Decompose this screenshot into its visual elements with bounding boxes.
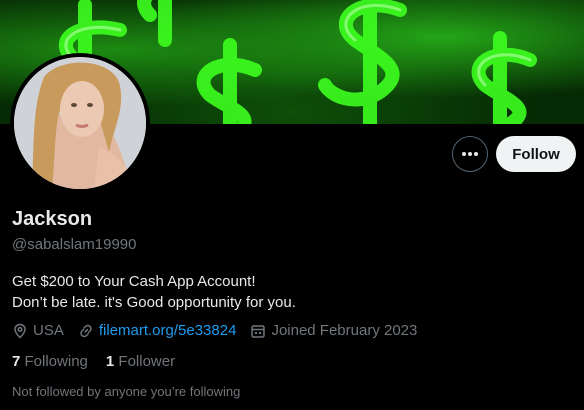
- followers-count: 1: [105, 353, 115, 370]
- avatar-photo: [14, 57, 146, 189]
- profile-bio: Get $200 to Your Cash App Account! Don’t…: [12, 271, 296, 313]
- follow-button[interactable]: Follow: [496, 136, 576, 172]
- location-item: USA: [12, 322, 64, 339]
- website-item: filemart.org/5e33824: [78, 322, 237, 339]
- location-text: USA: [33, 322, 64, 339]
- profile-meta: USA filemart.org/5e33824 Joined February…: [12, 322, 431, 339]
- more-options-button[interactable]: [452, 136, 488, 172]
- following-count: 7: [12, 353, 21, 370]
- following-link[interactable]: 7 Following: [12, 353, 88, 370]
- profile-handle: @sabalslam19990: [12, 236, 137, 253]
- bio-line: Don’t be late. it's Good opportunity for…: [12, 294, 296, 311]
- joined-item: Joined February 2023: [250, 322, 417, 339]
- profile-name: Jackson: [12, 208, 93, 230]
- following-label: Following: [24, 353, 88, 370]
- followers-label: Follower: [118, 353, 176, 370]
- joined-text: Joined February 2023: [271, 322, 418, 339]
- followers-link[interactable]: 1 Follower: [106, 353, 175, 370]
- followed-by-note: Not followed by anyone you’re following: [12, 384, 241, 399]
- more-horizontal-icon: [462, 152, 478, 156]
- calendar-icon: [251, 324, 266, 338]
- location-pin-icon: [14, 323, 26, 339]
- website-link[interactable]: filemart.org/5e33824: [99, 322, 237, 339]
- profile-avatar[interactable]: [10, 53, 150, 193]
- link-icon: [80, 324, 92, 337]
- bio-line: Get $200 to Your Cash App Account!: [12, 273, 256, 290]
- profile-stats: 7 Following 1 Follower: [12, 353, 193, 370]
